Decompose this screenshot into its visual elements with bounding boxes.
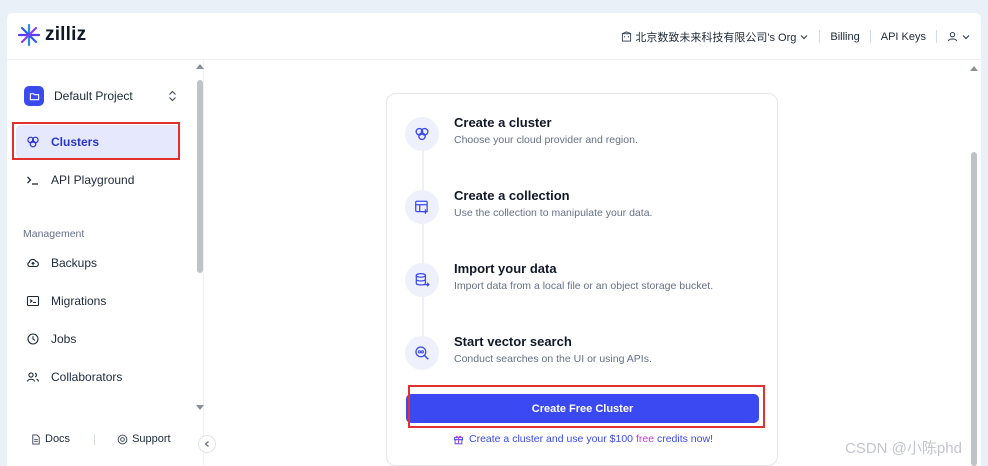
support-link[interactable]: Support — [117, 433, 171, 445]
scroll-down-arrow-icon[interactable] — [196, 405, 204, 410]
chevron-down-icon — [962, 34, 970, 39]
clusters-highlight — [12, 122, 180, 160]
user-icon — [947, 31, 958, 42]
watermark: CSDN @小陈phd — [845, 440, 962, 457]
org-switcher[interactable]: 北京数致未来科技有限公司's Org — [621, 29, 809, 45]
sidebar-item-label: Collaborators — [51, 370, 123, 384]
top-bar: zilliz 北京数致未来科技有限公司's Org Billing API Ke… — [7, 13, 981, 60]
collapse-sidebar-button[interactable] — [198, 435, 216, 453]
cta-highlight — [408, 385, 765, 428]
promo-suffix: credits now! — [656, 433, 713, 445]
sidebar-footer: Docs Support — [7, 422, 204, 456]
chevron-left-icon — [204, 441, 209, 447]
promo-prefix: Create a cluster and use your $100 — [469, 433, 634, 445]
document-icon — [32, 433, 40, 445]
updown-chevron-icon — [169, 90, 176, 102]
step-vector-search: Start vector search Conduct searches on … — [405, 334, 765, 374]
main-scrollbar[interactable] — [970, 66, 978, 466]
top-nav: 北京数致未来科技有限公司's Org Billing API Keys — [621, 13, 971, 60]
sidebar-item-label: Migrations — [51, 294, 107, 308]
sidebar-item-label: Backups — [51, 256, 98, 270]
terminal-icon — [25, 172, 41, 188]
scroll-up-arrow-icon[interactable] — [970, 66, 978, 71]
sidebar-item-backups[interactable]: Backups — [16, 246, 179, 280]
sidebar: Default Project Clusters API Playground … — [7, 60, 204, 466]
step-title: Create a collection — [454, 188, 570, 203]
docs-link[interactable]: Docs — [31, 433, 70, 445]
sidebar-item-collaborators[interactable]: Collaborators — [16, 360, 179, 394]
clusters-icon — [405, 117, 439, 151]
step-title: Create a cluster — [454, 115, 552, 130]
divider — [936, 30, 937, 43]
project-name: Default Project — [54, 89, 133, 103]
step-desc: Choose your cloud provider and region. — [454, 134, 638, 146]
table-add-icon — [405, 190, 439, 224]
step-title: Import your data — [454, 261, 557, 276]
divider — [94, 433, 96, 445]
sidebar-item-migrations[interactable]: Migrations — [16, 284, 179, 318]
chevron-down-icon — [800, 34, 808, 39]
database-import-icon — [405, 263, 439, 297]
step-desc: Use the collection to manipulate your da… — [454, 207, 653, 219]
support-icon — [117, 434, 128, 444]
user-menu[interactable] — [947, 31, 971, 42]
main-area: Default Project Clusters API Playground … — [7, 60, 981, 466]
clock-icon — [25, 331, 41, 347]
step-create-cluster: Create a cluster Choose your cloud provi… — [405, 115, 765, 155]
divider — [869, 30, 871, 43]
org-name: 北京数致未来科技有限公司's Org — [635, 31, 797, 44]
billing-link[interactable]: Billing — [830, 31, 859, 43]
scrollbar-thumb[interactable] — [197, 80, 203, 273]
migration-icon — [25, 293, 41, 309]
folder-icon — [24, 86, 44, 106]
cloud-backup-icon — [25, 255, 41, 271]
step-create-collection: Create a collection Use the collection t… — [405, 188, 765, 228]
api-keys-link[interactable]: API Keys — [881, 31, 926, 43]
scroll-up-arrow-icon[interactable] — [196, 64, 204, 69]
step-import-data: Import your data Import data from a loca… — [405, 261, 765, 301]
promo-link[interactable]: Create a cluster and use your $100 free … — [387, 433, 779, 445]
support-label: Support — [132, 433, 171, 445]
project-selector[interactable]: Default Project — [16, 80, 187, 112]
sidebar-item-label: API Playground — [51, 173, 135, 187]
logo[interactable]: zilliz — [17, 23, 86, 47]
step-title: Start vector search — [454, 334, 572, 349]
promo-free: free — [635, 433, 655, 445]
logo-text: zilliz — [45, 24, 87, 45]
sidebar-item-label: Jobs — [51, 332, 77, 346]
sidebar-item-jobs[interactable]: Jobs — [16, 322, 179, 356]
zilliz-logo-icon — [17, 23, 41, 47]
vector-search-icon — [405, 336, 439, 370]
section-label-management: Management — [23, 228, 85, 240]
building-icon — [622, 31, 632, 42]
sidebar-item-api-playground[interactable]: API Playground — [16, 163, 179, 197]
step-desc: Conduct searches on the UI or using APIs… — [454, 353, 652, 365]
divider — [819, 30, 821, 43]
scrollbar-thumb[interactable] — [971, 152, 977, 466]
sidebar-scrollbar[interactable] — [196, 64, 204, 410]
users-icon — [25, 369, 41, 385]
step-desc: Import data from a local file or an obje… — [454, 280, 714, 292]
onboarding-card: Create a cluster Choose your cloud provi… — [386, 93, 778, 466]
docs-label: Docs — [45, 433, 71, 445]
gift-icon — [453, 435, 464, 444]
